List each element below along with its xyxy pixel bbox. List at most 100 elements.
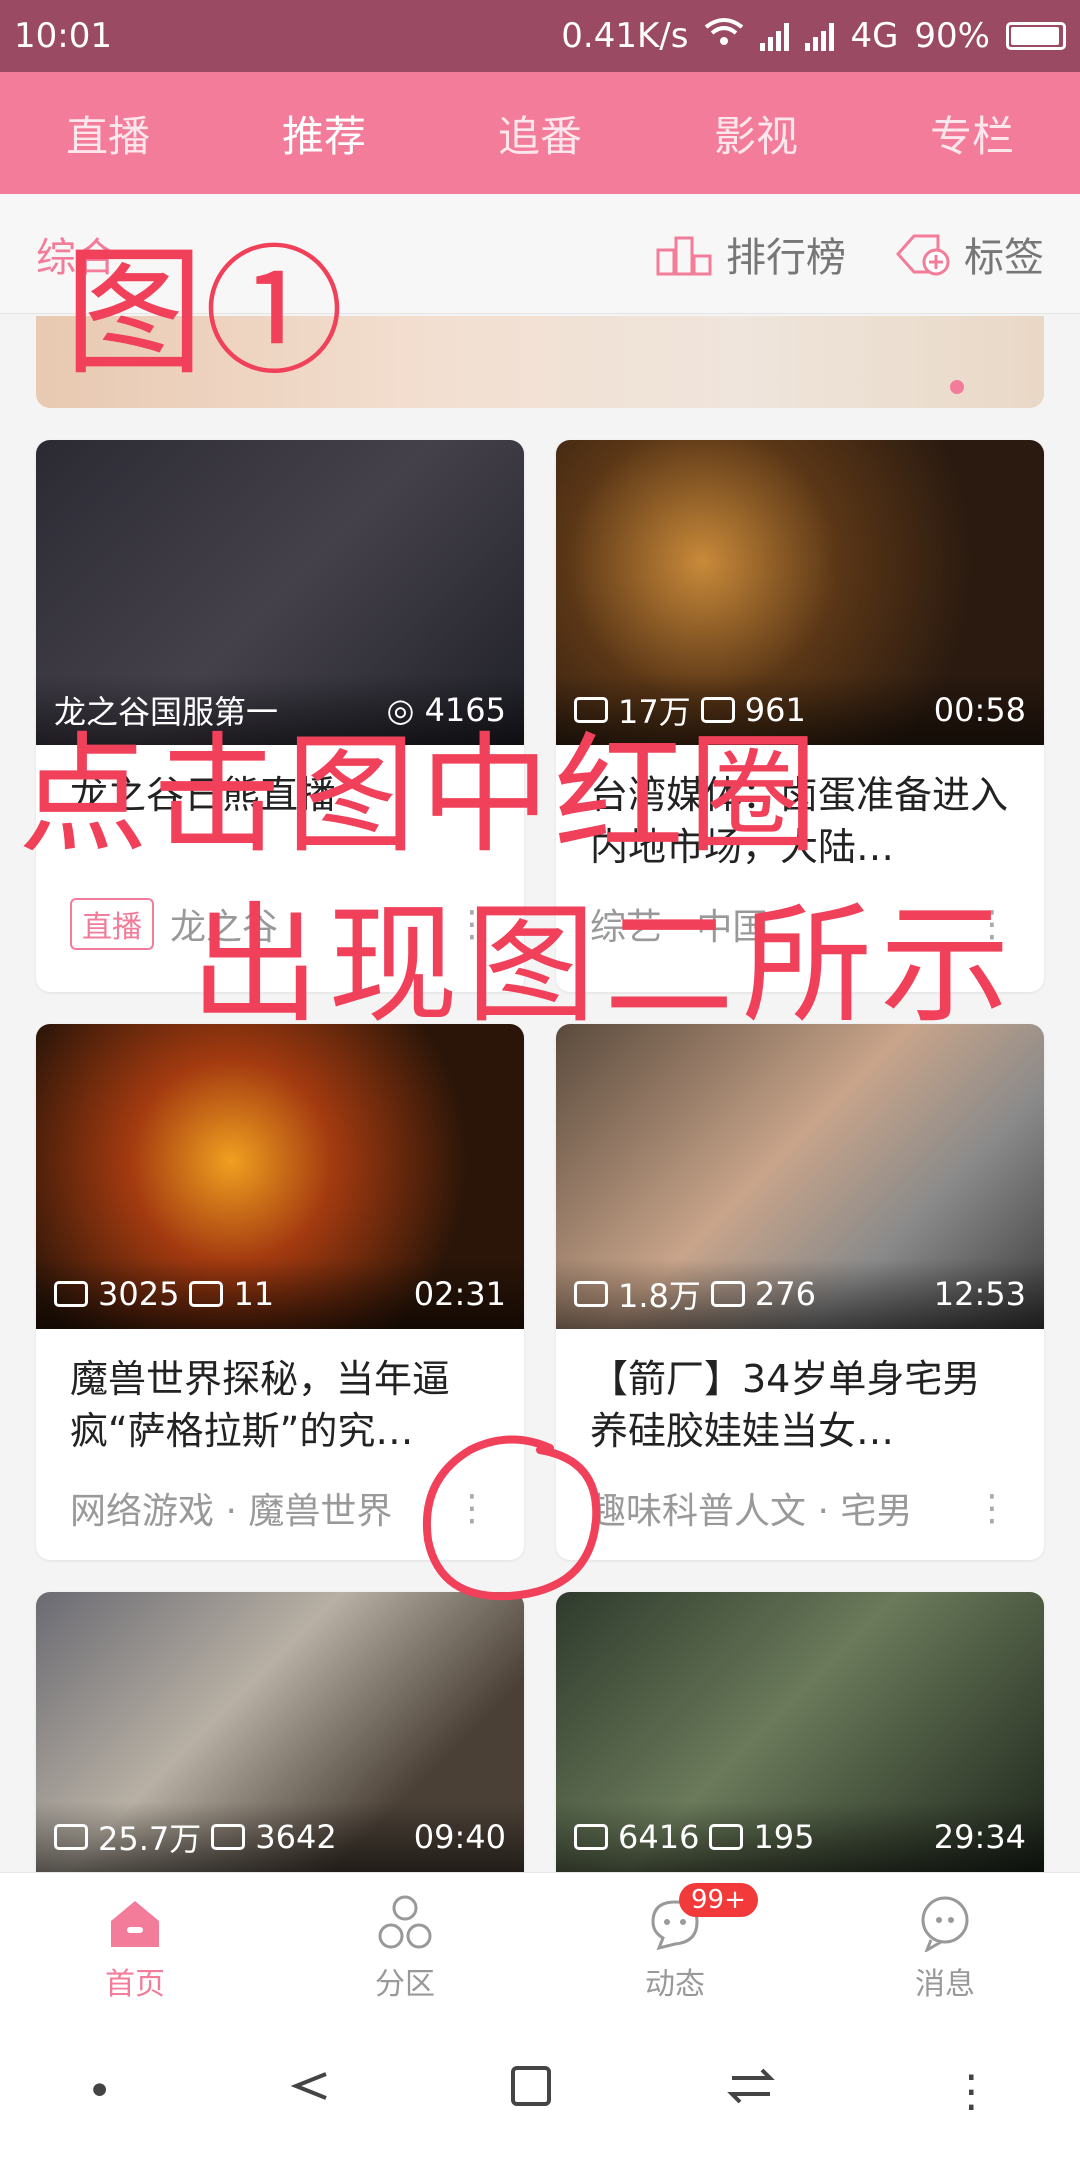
nav-home[interactable]: 首页: [35, 1893, 235, 2003]
card-footer: 网络游戏 · 魔兽世界 ⋮: [36, 1463, 524, 1553]
system-nav-bar: • ⋮: [0, 2022, 1080, 2160]
nav-dynamic[interactable]: 99+ 动态: [575, 1883, 775, 2003]
video-title: 台湾媒体：卤蛋准备进入内地市场，大陆…: [590, 773, 1009, 869]
view-count: 17万: [618, 693, 691, 731]
view-count: 6416: [618, 1818, 700, 1856]
thumbnail-meta: 1.8万 276 12:53: [556, 1259, 1044, 1329]
ranking-button[interactable]: 排行榜: [656, 225, 846, 283]
signal-icon-2: [805, 21, 835, 51]
video-thumbnail: 1.8万 276 12:53: [556, 1024, 1044, 1329]
video-card[interactable]: 25.7万 3642 09:40: [36, 1592, 524, 1872]
wifi-icon: [704, 16, 744, 56]
status-bar: 10:01 0.41K/s 4G 90%: [0, 0, 1080, 72]
tag-icon: [895, 234, 950, 275]
video-category: 网络游戏 · 魔兽世界: [70, 1491, 393, 1532]
duration: 00:58: [933, 691, 1026, 729]
signal-icon: [760, 21, 790, 51]
thumbnail-meta: 龙之谷国服第一 ◎ 4165: [36, 675, 524, 745]
notification-badge: 99+: [679, 1883, 758, 1917]
video-category: 趣味科普人文 · 宅男: [590, 1491, 913, 1532]
tab-live[interactable]: 直播: [28, 103, 188, 164]
menu-icon[interactable]: ⋮: [949, 2066, 993, 2117]
nav-messages[interactable]: 消息: [845, 1893, 1045, 2003]
tags-button[interactable]: 标签: [894, 225, 1044, 283]
tab-columns[interactable]: 专栏: [892, 103, 1052, 164]
bottom-nav: 首页 分区 99+ 动态 消息: [0, 1872, 1080, 2023]
ranking-label: 排行榜: [726, 234, 846, 281]
view-count: 25.7万: [98, 1820, 202, 1858]
view-count: 1.8万: [618, 1277, 701, 1315]
view-count: 3025: [98, 1275, 180, 1313]
comment-count: 276: [754, 1275, 816, 1313]
network-speed: 0.41K/s: [561, 16, 689, 56]
tab-recommend[interactable]: 推荐: [244, 103, 404, 202]
home-square-icon[interactable]: [509, 2064, 553, 2119]
network-type: 4G: [850, 16, 899, 56]
top-nav: 直播 推荐 追番 影视 专栏: [0, 72, 1080, 202]
more-options-icon[interactable]: ⋮: [974, 904, 1010, 945]
more-options-icon[interactable]: ⋮: [454, 904, 490, 945]
video-card[interactable]: 17万 961 00:58 台湾媒体：卤蛋准备进入内地市场，大陆… 综艺 · 中…: [556, 440, 1044, 992]
danmaku-icon: [700, 697, 735, 723]
video-thumbnail: 6416 195 29:34: [556, 1592, 1044, 1872]
banner-carousel[interactable]: [36, 316, 1044, 408]
video-card[interactable]: 1.8万 276 12:53 【箭厂】34岁单身宅男养硅胶娃娃当女… 趣味科普人…: [556, 1024, 1044, 1560]
comment-count: 11: [233, 1275, 275, 1313]
video-card[interactable]: 6416 195 29:34: [556, 1592, 1044, 1872]
duration: 02:31: [413, 1275, 506, 1313]
sub-nav: 综合 排行榜 标签: [0, 194, 1080, 314]
carousel-indicator: [950, 380, 964, 394]
sort-label[interactable]: 综合: [36, 225, 116, 283]
video-thumbnail: 25.7万 3642 09:40: [36, 1592, 524, 1872]
live-badge: 直播: [70, 898, 154, 950]
thumbnail-meta: 25.7万 3642 09:40: [36, 1802, 524, 1872]
video-category: 综艺 · 中国: [590, 907, 769, 948]
danmaku-icon: [211, 1824, 246, 1850]
comment-count: 3642: [255, 1818, 337, 1856]
viewer-count-value: 4165: [424, 691, 506, 729]
danmaku-icon: [710, 1281, 745, 1307]
play-count-icon: [54, 1281, 88, 1307]
nav-home-label: 首页: [105, 1967, 165, 2002]
comment-count: 961: [744, 691, 806, 729]
tab-bangumi[interactable]: 追番: [460, 103, 620, 164]
duration: 12:53: [933, 1275, 1026, 1313]
play-count-icon: [574, 1824, 608, 1850]
danmaku-icon: [189, 1281, 224, 1307]
play-count-icon: [54, 1824, 88, 1850]
viewer-count: ◎ 4165: [386, 691, 506, 729]
video-card[interactable]: 龙之谷国服第一 ◎ 4165 龙之谷日熊直播 直播 龙之谷 ⋮: [36, 440, 524, 992]
nav-messages-label: 消息: [915, 1967, 975, 2002]
play-count-icon: [574, 697, 608, 723]
duration: 29:34: [933, 1818, 1026, 1856]
battery-percent: 90%: [914, 16, 990, 56]
card-footer: 综艺 · 中国 ⋮: [556, 879, 1044, 969]
comment-count: 195: [753, 1818, 815, 1856]
play-count-icon: [574, 1281, 608, 1307]
ranking-icon: [656, 236, 712, 275]
thumbnail-meta: 17万 961 00:58: [556, 675, 1044, 745]
video-thumbnail: 3025 11 02:31: [36, 1024, 524, 1329]
video-title: 龙之谷日熊直播: [70, 773, 337, 817]
category-icon: [375, 1893, 435, 1953]
more-options-icon[interactable]: ⋮: [974, 1488, 1010, 1529]
sub-nav-actions: 排行榜 标签: [656, 225, 1044, 283]
status-right: 0.41K/s 4G 90%: [561, 16, 1066, 56]
video-thumbnail: 17万 961 00:58: [556, 440, 1044, 745]
dot-icon[interactable]: •: [87, 2066, 113, 2117]
nav-categories[interactable]: 分区: [305, 1893, 505, 2003]
nav-categories-label: 分区: [375, 1967, 435, 2002]
thumbnail-meta: 6416 195 29:34: [556, 1802, 1044, 1872]
video-title: 魔兽世界探秘，当年逼疯“萨格拉斯”的究…: [70, 1357, 451, 1453]
card-footer: 直播 龙之谷 ⋮: [36, 879, 524, 969]
streamer-label: 龙之谷国服第一: [54, 693, 279, 731]
nav-dynamic-label: 动态: [645, 1967, 705, 2002]
video-title: 【箭厂】34岁单身宅男养硅胶娃娃当女…: [590, 1357, 981, 1453]
switch-icon[interactable]: [726, 2066, 776, 2117]
tab-movies[interactable]: 影视: [676, 103, 836, 164]
danmaku-icon: [709, 1824, 744, 1850]
back-icon[interactable]: [286, 2066, 336, 2117]
more-options-icon[interactable]: ⋮: [454, 1488, 490, 1529]
video-card[interactable]: 3025 11 02:31 魔兽世界探秘，当年逼疯“萨格拉斯”的究… 网络游戏 …: [36, 1024, 524, 1560]
video-thumbnail: 龙之谷国服第一 ◎ 4165: [36, 440, 524, 745]
